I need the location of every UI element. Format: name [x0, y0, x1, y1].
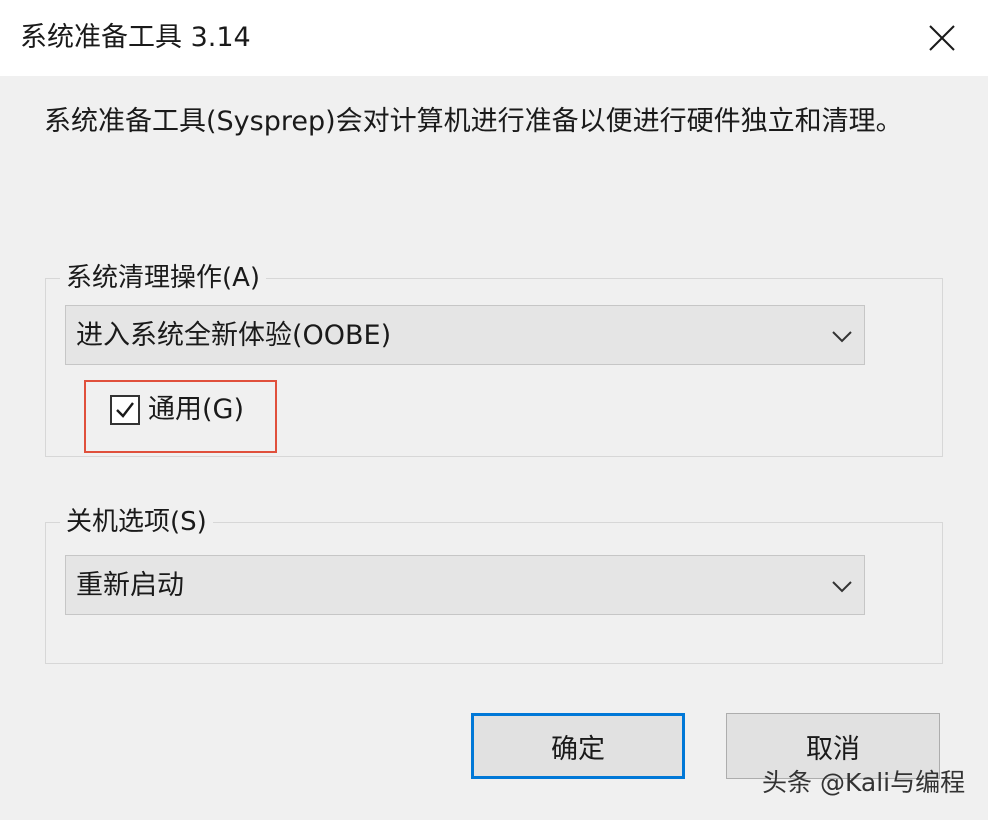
shutdown-options-value: 重新启动: [76, 570, 184, 601]
window-title: 系统准备工具 3.14: [20, 22, 251, 53]
chevron-down-icon: [832, 581, 852, 593]
checkmark-icon: [116, 402, 134, 418]
description-text: 系统准备工具(Sysprep)会对计算机进行准备以便进行硬件独立和清理。: [44, 106, 903, 137]
generalize-label: 通用(G): [148, 394, 244, 425]
checkbox-box[interactable]: [110, 395, 140, 425]
shutdown-options-dropdown[interactable]: 重新启动: [65, 555, 865, 615]
chevron-down-icon: [832, 331, 852, 343]
generalize-checkbox[interactable]: 通用(G): [110, 390, 244, 430]
cleanup-action-value: 进入系统全新体验(OOBE): [76, 320, 392, 351]
watermark-text: 头条 @Kali与编程: [762, 768, 966, 797]
ok-button[interactable]: 确定: [471, 713, 685, 779]
close-icon: [929, 25, 955, 51]
shutdown-options-legend: 关机选项(S): [60, 504, 213, 540]
title-bar: 系统准备工具 3.14: [0, 0, 988, 76]
cleanup-action-dropdown[interactable]: 进入系统全新体验(OOBE): [65, 305, 865, 365]
close-button[interactable]: [912, 14, 972, 62]
cleanup-action-legend: 系统清理操作(A): [60, 260, 267, 296]
sysprep-dialog: 系统准备工具 3.14 系统准备工具(Sysprep)会对计算机进行准备以便进行…: [0, 0, 988, 820]
